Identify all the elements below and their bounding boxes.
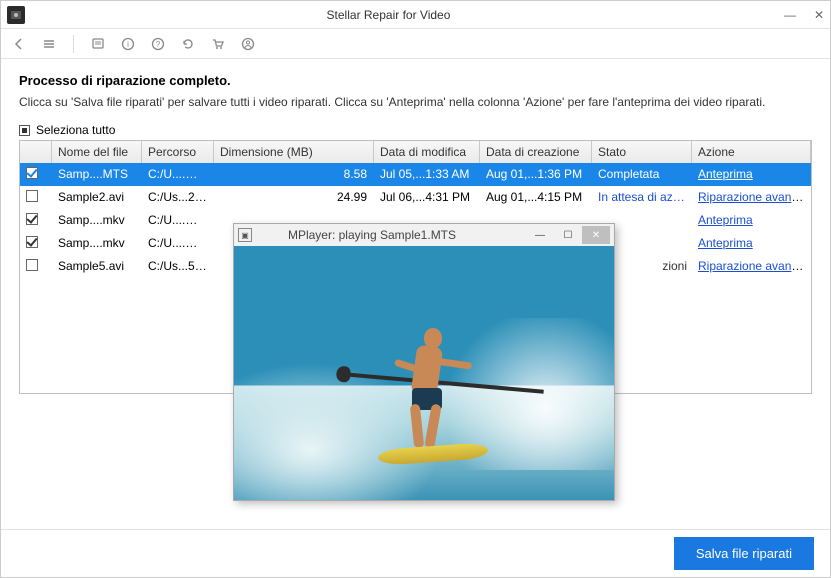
cell-filename: Samp....mkv [52, 211, 142, 230]
table-row[interactable]: Sample2.aviC:/Us...2.avi24.99Jul 06,...4… [20, 186, 811, 209]
cell-path: C:/Us...5.avi [142, 257, 214, 276]
info-icon[interactable]: i [118, 34, 138, 54]
action-link[interactable]: Anteprima [698, 167, 753, 181]
cell-path: C:/U....mkv [142, 211, 214, 230]
titlebar: Stellar Repair for Video — ✕ [1, 1, 830, 29]
cell-action: Anteprima [692, 211, 811, 230]
cell-action: Riparazione avanzata [692, 188, 811, 207]
minimize-button[interactable]: — [784, 8, 796, 22]
row-checkbox[interactable] [26, 213, 38, 225]
action-link[interactable]: Anteprima [698, 213, 753, 227]
col-created[interactable]: Data di creazione [480, 141, 592, 163]
col-checkbox[interactable] [20, 141, 52, 163]
help-icon[interactable]: ? [148, 34, 168, 54]
cart-icon[interactable] [208, 34, 228, 54]
note-icon[interactable] [88, 34, 108, 54]
preview-maximize-button[interactable]: ☐ [554, 226, 582, 244]
cell-created: Aug 01,...1:36 PM [480, 165, 592, 184]
row-checkbox[interactable] [26, 259, 38, 271]
preview-close-button[interactable]: ✕ [582, 226, 610, 244]
col-status[interactable]: Stato [592, 141, 692, 163]
checkbox-indeterminate-icon [19, 125, 30, 136]
toolbar: i ? [1, 29, 830, 59]
cell-path: C:/Us...2.avi [142, 188, 214, 207]
cell-filename: Sample5.avi [52, 257, 142, 276]
select-all-label: Seleziona tutto [36, 123, 115, 137]
cell-path: C:/U....mkv [142, 234, 214, 253]
preview-video-area [234, 246, 614, 500]
cell-action: Anteprima [692, 165, 811, 184]
row-checkbox[interactable] [26, 167, 38, 179]
cell-status: In attesa di azioni [592, 188, 692, 207]
refresh-icon[interactable] [178, 34, 198, 54]
cell-status: Completata [592, 165, 692, 184]
cell-filename: Samp....mkv [52, 234, 142, 253]
close-button[interactable]: ✕ [814, 8, 824, 22]
back-arrow-icon[interactable] [9, 34, 29, 54]
col-action[interactable]: Azione [692, 141, 811, 163]
svg-text:?: ? [156, 40, 161, 49]
hamburger-icon[interactable] [39, 34, 59, 54]
video-frame-illustration [384, 306, 484, 476]
cell-size: 8.58 [214, 165, 374, 184]
user-icon[interactable] [238, 34, 258, 54]
row-checkbox[interactable] [26, 236, 38, 248]
action-link[interactable]: Riparazione avanzata [698, 259, 811, 273]
action-link[interactable]: Riparazione avanzata [698, 190, 811, 204]
col-size[interactable]: Dimensione (MB) [214, 141, 374, 163]
cell-action: Anteprima [692, 234, 811, 253]
cell-path: C:/U....MTS [142, 165, 214, 184]
footer: Salva file riparati [1, 529, 830, 577]
video-preview-window[interactable]: ▣ MPlayer: playing Sample1.MTS — ☐ ✕ [233, 223, 615, 501]
col-path[interactable]: Percorso [142, 141, 214, 163]
page-heading: Processo di riparazione completo. [19, 73, 812, 88]
page-subtext: Clicca su 'Salva file riparati' per salv… [19, 94, 812, 111]
row-checkbox[interactable] [26, 190, 38, 202]
preview-title: MPlayer: playing Sample1.MTS [218, 228, 526, 242]
preview-minimize-button[interactable]: — [526, 226, 554, 244]
cell-modified: Jul 06,...4:31 PM [374, 188, 480, 207]
save-repaired-files-button[interactable]: Salva file riparati [674, 537, 814, 570]
window-title: Stellar Repair for Video [0, 8, 784, 22]
cell-action: Riparazione avanzata [692, 257, 811, 276]
table-row[interactable]: Samp....MTSC:/U....MTS8.58Jul 05,...1:33… [20, 163, 811, 186]
table-header: Nome del file Percorso Dimensione (MB) D… [20, 141, 811, 163]
cell-filename: Sample2.avi [52, 188, 142, 207]
col-modified[interactable]: Data di modifica [374, 141, 480, 163]
action-link[interactable]: Anteprima [698, 236, 753, 250]
cell-created: Aug 01,...4:15 PM [480, 188, 592, 207]
preview-titlebar[interactable]: ▣ MPlayer: playing Sample1.MTS — ☐ ✕ [234, 224, 614, 246]
cell-size: 24.99 [214, 188, 374, 207]
svg-text:i: i [127, 40, 129, 49]
col-filename[interactable]: Nome del file [52, 141, 142, 163]
cell-modified: Jul 05,...1:33 AM [374, 165, 480, 184]
cell-filename: Samp....MTS [52, 165, 142, 184]
select-all-checkbox[interactable]: Seleziona tutto [19, 123, 812, 137]
